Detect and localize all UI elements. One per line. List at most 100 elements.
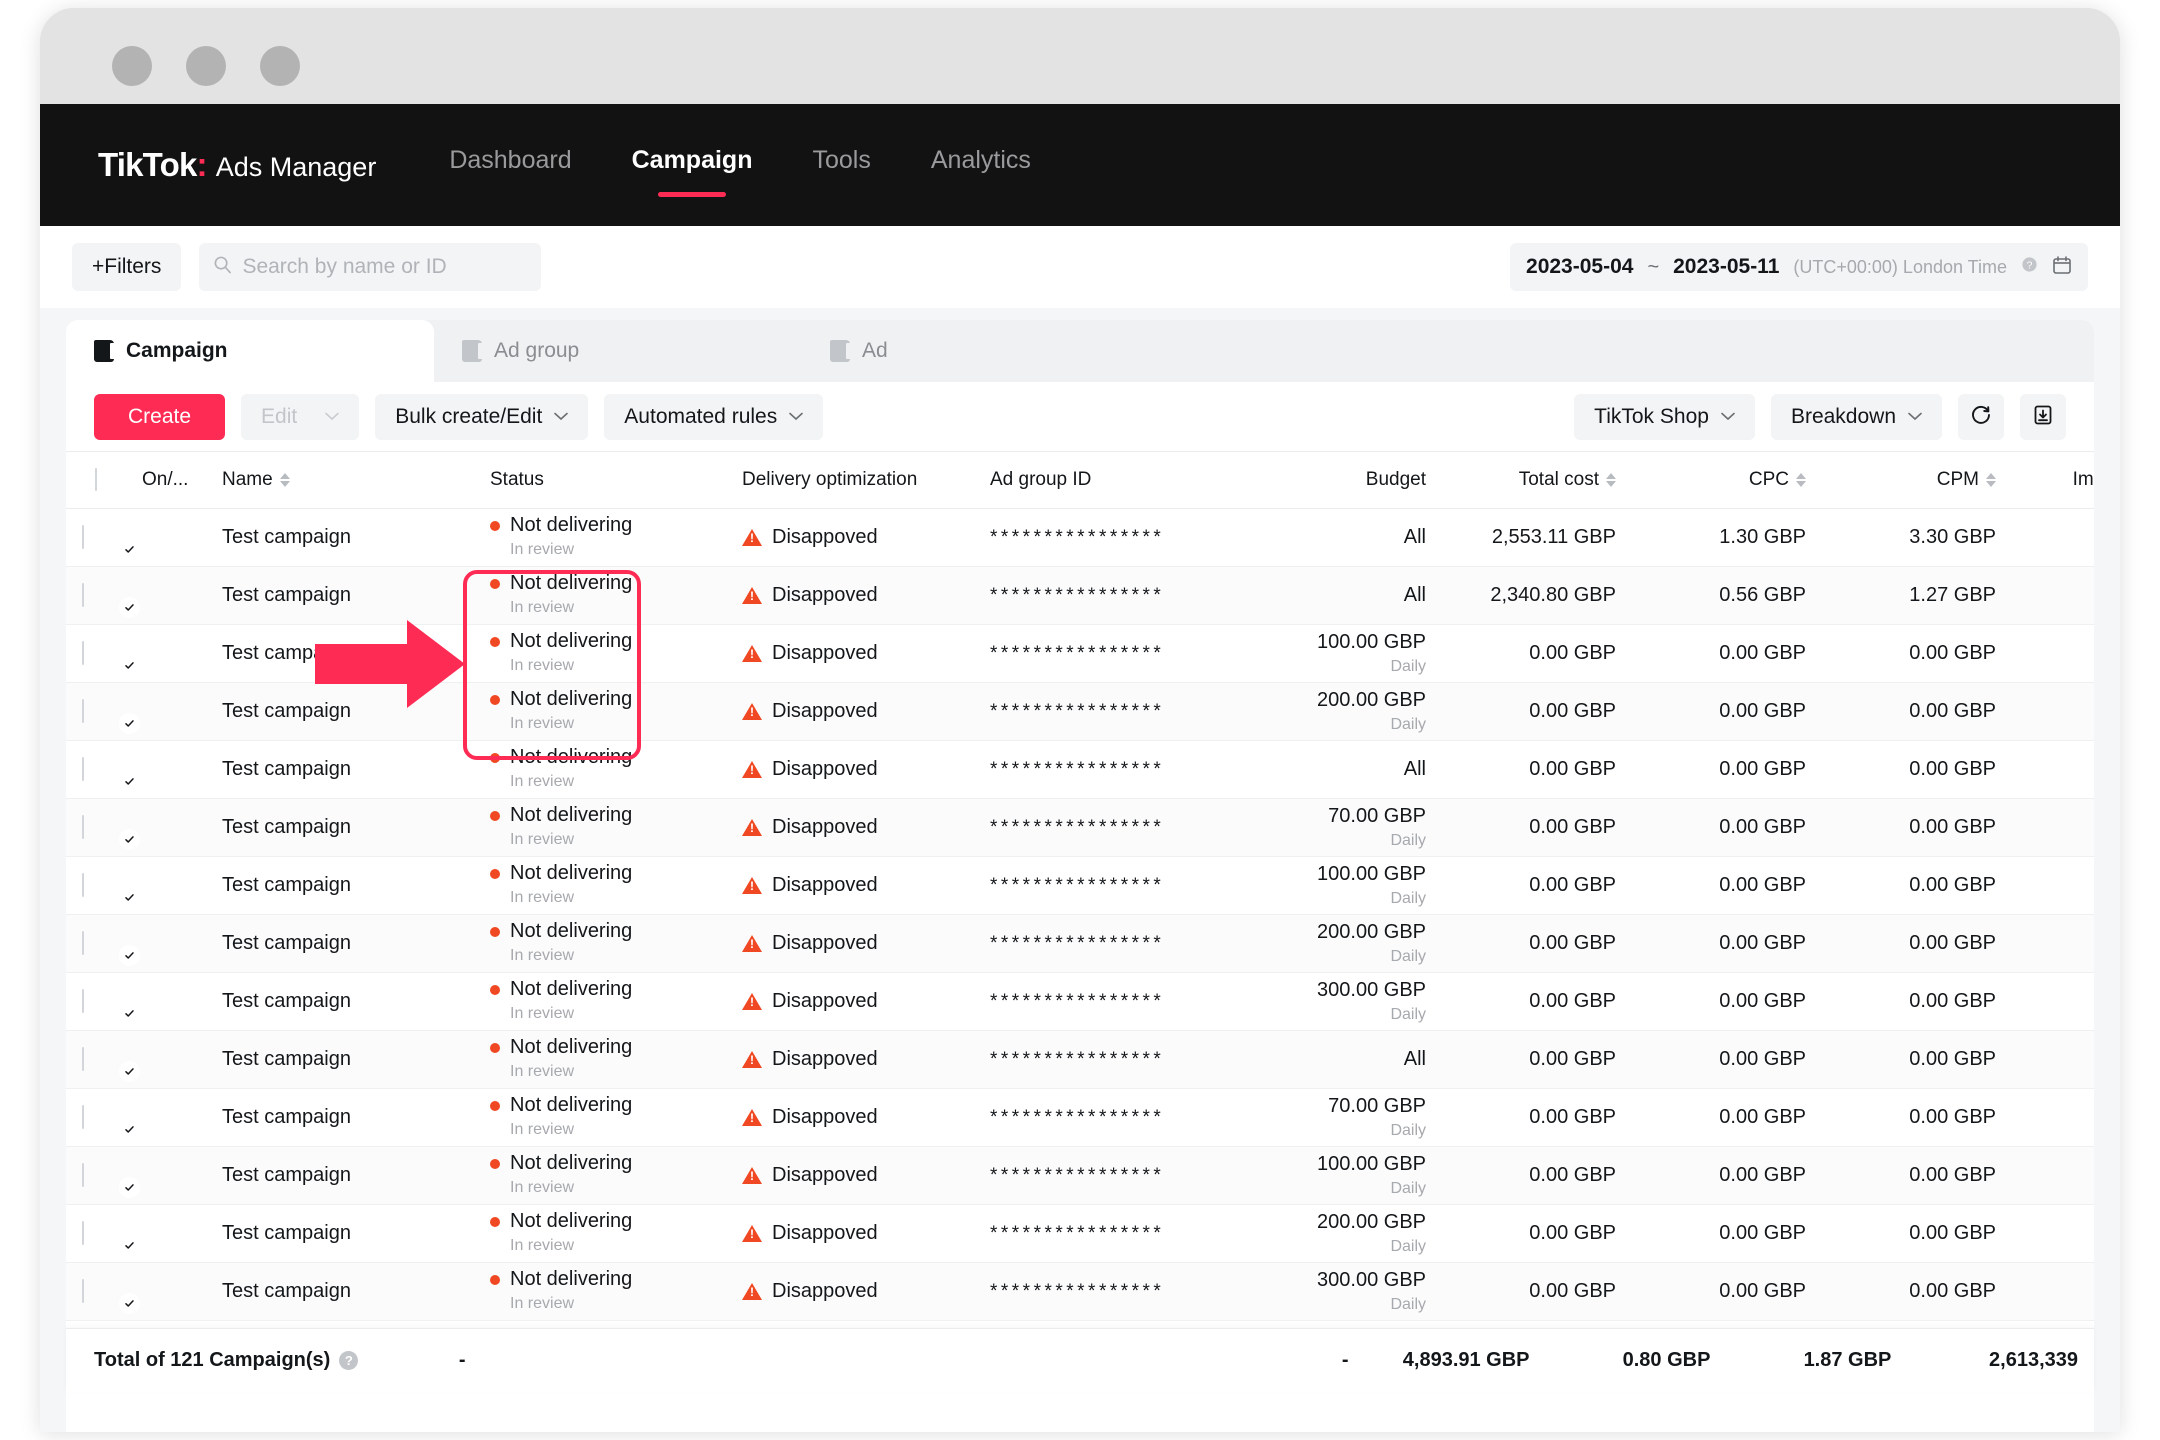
row-checkbox[interactable] xyxy=(82,1046,84,1071)
row-select-cell xyxy=(66,856,126,915)
row-name-cell[interactable]: Test campaign xyxy=(206,856,474,915)
row-checkbox[interactable] xyxy=(82,1104,84,1129)
masked-ad-group-id: **************** xyxy=(990,1164,1165,1186)
row-name-cell[interactable]: Test campaign xyxy=(206,1030,474,1089)
row-name-cell[interactable]: Test campaign xyxy=(206,1146,474,1205)
row-name-cell[interactable]: Test campaign xyxy=(206,798,474,857)
table-row[interactable]: Test campaign Not delivering In review Disa… xyxy=(66,508,2094,567)
table-row[interactable]: Test campaign Not delivering In review Disa… xyxy=(66,914,2094,973)
tab-ad-group[interactable]: Ad group xyxy=(434,320,802,382)
row-checkbox[interactable] xyxy=(82,1162,84,1187)
table-row[interactable]: Test campaign Not delivering In review Disa… xyxy=(66,798,2094,857)
row-select-cell xyxy=(66,914,126,973)
table-row[interactable]: Test campaign Not delivering In review Disa… xyxy=(66,972,2094,1031)
th-cpm[interactable]: CPM xyxy=(1822,452,2012,509)
nav-link-campaign[interactable]: Campaign xyxy=(632,146,753,185)
row-checkbox[interactable] xyxy=(82,1220,84,1245)
edit-button[interactable]: Edit xyxy=(241,393,360,440)
help-icon[interactable]: ? xyxy=(339,1351,359,1370)
status-substatus: In review xyxy=(510,889,575,907)
sort-icon[interactable] xyxy=(1606,472,1616,487)
row-name-cell[interactable]: Test campaign xyxy=(206,914,474,973)
row-checkbox[interactable] xyxy=(82,1278,84,1303)
row-budget-cell: 200.00 GBP Daily xyxy=(1252,1204,1442,1263)
nav-link-dashboard[interactable]: Dashboard xyxy=(449,146,571,185)
table-row[interactable]: Test campaign Not delivering In review Disa… xyxy=(66,1204,2094,1263)
nav-link-tools[interactable]: Tools xyxy=(812,146,870,185)
bulk-create-edit-label: Bulk create/Edit xyxy=(395,404,543,428)
row-checkbox[interactable] xyxy=(82,988,84,1013)
row-checkbox[interactable] xyxy=(82,814,84,839)
row-name-cell[interactable]: Test campaign xyxy=(206,624,474,683)
table-row[interactable]: Test campaign Not delivering In review Disa… xyxy=(66,856,2094,915)
select-all-checkbox[interactable] xyxy=(95,467,97,491)
row-name-cell[interactable]: Test campaign xyxy=(206,1262,474,1321)
status-text: Not delivering xyxy=(510,1094,633,1117)
table-row[interactable]: Test campaign Not delivering In review Disa… xyxy=(66,566,2094,625)
search-input[interactable] xyxy=(242,255,528,279)
table-row[interactable]: Test campaign Not delivering In review Disa… xyxy=(66,1088,2094,1147)
row-adgroup-id-cell: **************** xyxy=(974,566,1252,625)
sort-icon[interactable] xyxy=(279,472,290,487)
row-checkbox[interactable] xyxy=(82,582,84,607)
tab-ad[interactable]: Ad xyxy=(802,320,1170,382)
row-name-cell[interactable]: Test campaign xyxy=(206,682,474,741)
row-name-cell[interactable]: Test campaign xyxy=(206,972,474,1031)
filters-button[interactable]: +Filters xyxy=(72,243,182,291)
tiktok-shop-button[interactable]: TikTok Shop xyxy=(1574,393,1755,440)
bulk-create-edit-button[interactable]: Bulk create/Edit xyxy=(375,393,589,440)
row-checkbox[interactable] xyxy=(82,524,84,549)
table-row[interactable]: Test campaign Not delivering In review Disa… xyxy=(66,1262,2094,1321)
th-cpc[interactable]: CPC xyxy=(1632,452,1822,509)
close-dot[interactable] xyxy=(112,46,152,86)
row-name-cell[interactable]: Test campaign xyxy=(206,1088,474,1147)
status-text: Not delivering xyxy=(510,978,633,1001)
calendar-icon[interactable] xyxy=(2052,255,2072,280)
row-name-cell[interactable]: Test campaign xyxy=(206,1204,474,1263)
budget-period: Daily xyxy=(1390,1121,1426,1139)
export-button[interactable] xyxy=(2020,393,2066,440)
table-row[interactable]: Test campaign Not delivering In review Disa… xyxy=(66,682,2094,741)
th-total-cost[interactable]: Total cost xyxy=(1442,452,1632,509)
table-row[interactable]: Test campaign Not delivering In review Disa… xyxy=(66,1146,2094,1205)
row-status-cell: Not delivering In review xyxy=(474,1204,726,1263)
row-adgroup-id-cell: **************** xyxy=(974,1262,1252,1321)
row-checkbox[interactable] xyxy=(82,930,84,955)
sort-icon[interactable] xyxy=(1796,472,1806,487)
status-text: Not delivering xyxy=(510,804,633,827)
row-checkbox[interactable] xyxy=(82,698,84,723)
campaign-name: Test campaign xyxy=(222,989,351,1012)
nav-link-analytics[interactable]: Analytics xyxy=(931,146,1031,185)
create-button[interactable]: Create xyxy=(94,393,226,440)
refresh-button[interactable] xyxy=(1958,393,2004,440)
help-icon[interactable]: ? xyxy=(2021,256,2038,278)
date-range-picker[interactable]: 2023-05-04 ~ 2023-05-11 (UTC+00:00) Lond… xyxy=(1510,243,2088,291)
th-name[interactable]: Name xyxy=(206,452,474,509)
status-text: Not delivering xyxy=(510,630,633,653)
row-name-cell[interactable]: Test campaign xyxy=(206,566,474,625)
budget-period: Daily xyxy=(1390,831,1426,849)
table-row[interactable]: Test campaign Not delivering In review Disa… xyxy=(66,740,2094,799)
row-checkbox[interactable] xyxy=(82,756,84,781)
maximize-dot[interactable] xyxy=(260,46,300,86)
status-substatus: In review xyxy=(510,1121,575,1139)
automated-rules-button[interactable]: Automated rules xyxy=(604,393,824,440)
table-row[interactable]: Test campaign Not delivering In review Disa… xyxy=(66,624,2094,683)
budget-amount: 200.00 GBP xyxy=(1317,688,1426,711)
row-name-cell[interactable]: Test campaign xyxy=(206,508,474,567)
total-cpc: 0.80 GBP xyxy=(1622,1349,1711,1371)
row-delivery-cell: Disappoved xyxy=(726,508,974,567)
brand-logo-area[interactable]: TikTok: Ads Manager xyxy=(98,146,376,184)
sort-icon[interactable] xyxy=(1986,472,1996,487)
table-row[interactable]: Test campaign Not delivering In review Disa… xyxy=(66,1030,2094,1089)
search-box[interactable] xyxy=(199,243,542,291)
tab-campaign[interactable]: Campaign xyxy=(66,320,434,382)
row-checkbox[interactable] xyxy=(82,640,84,665)
toggle-knob xyxy=(119,713,140,734)
minimize-dot[interactable] xyxy=(186,46,226,86)
row-name-cell[interactable]: Test campaign xyxy=(206,740,474,799)
status-substatus: In review xyxy=(510,1005,575,1023)
th-impressions[interactable]: Impressions xyxy=(2012,452,2094,509)
breakdown-button[interactable]: Breakdown xyxy=(1770,393,1942,440)
row-checkbox[interactable] xyxy=(82,872,84,897)
